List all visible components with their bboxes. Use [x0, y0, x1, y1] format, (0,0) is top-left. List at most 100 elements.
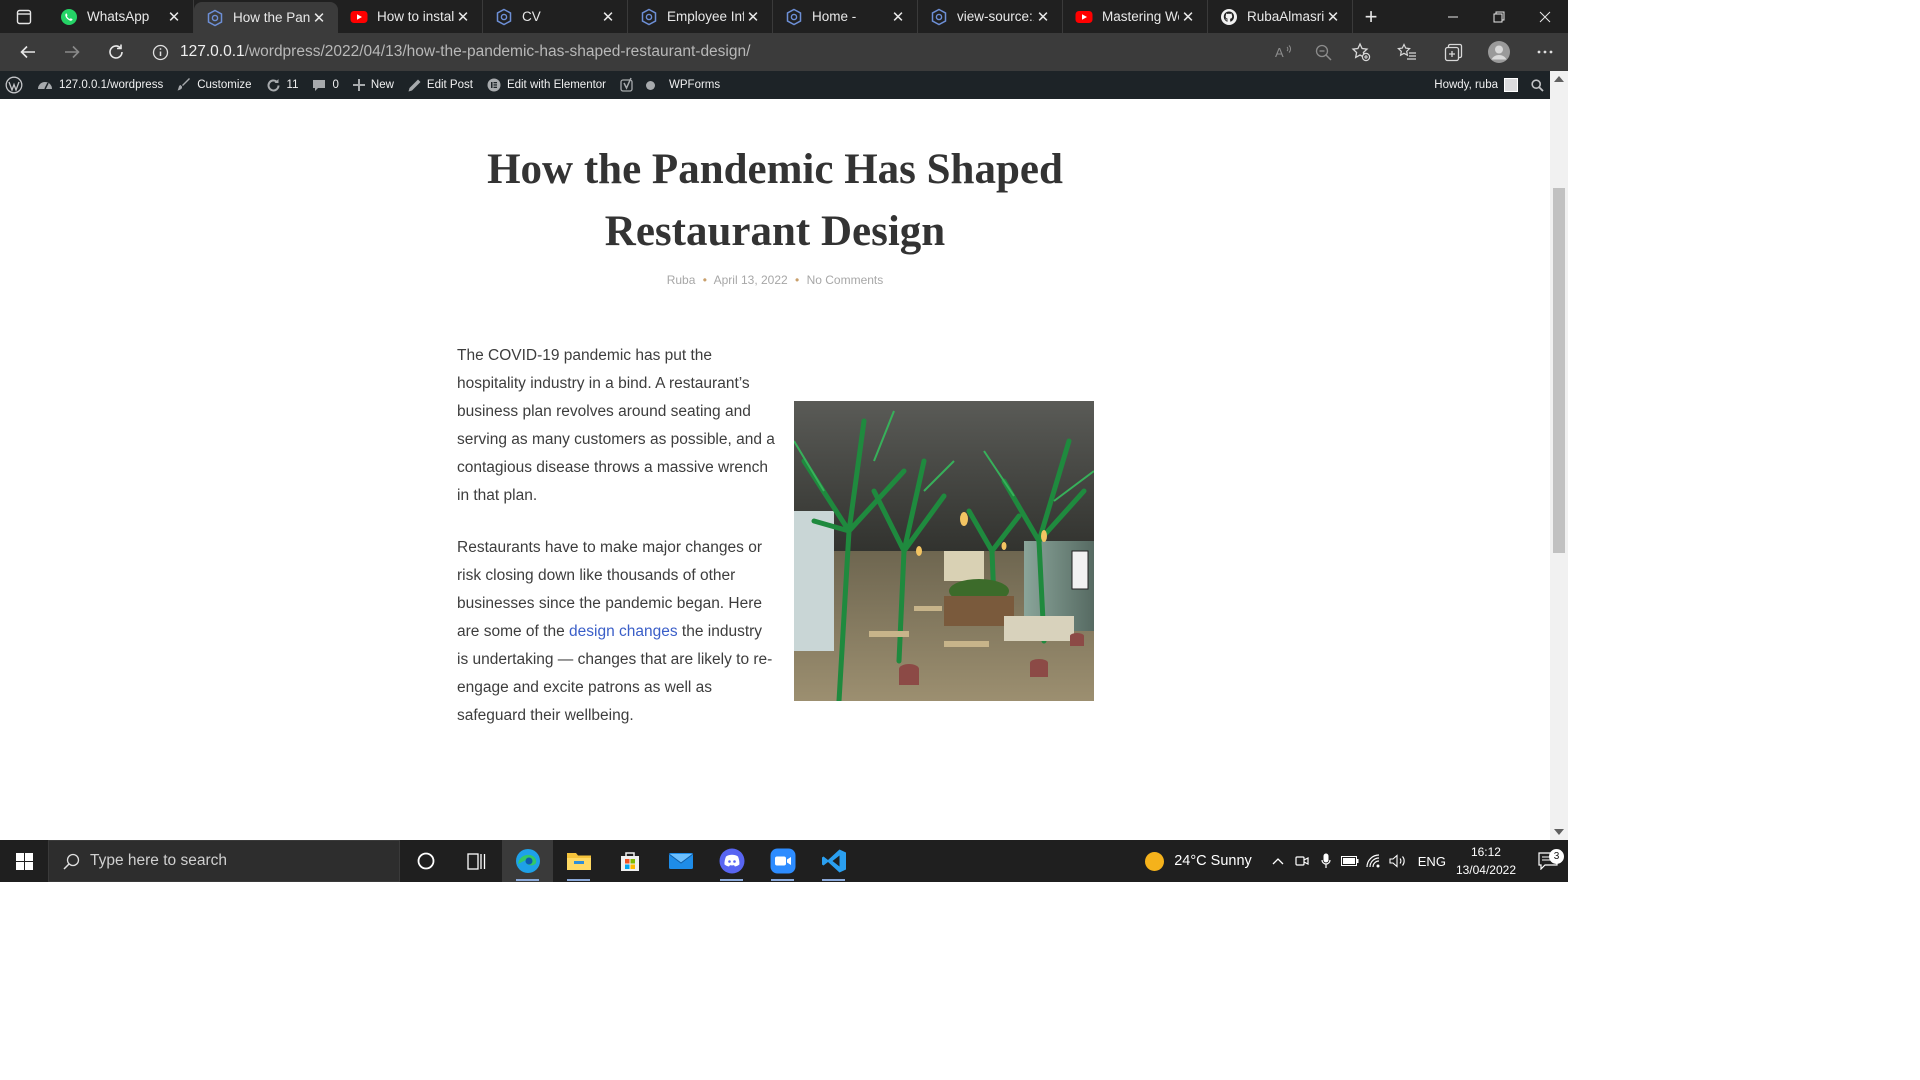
admin-yoast[interactable]: [613, 71, 662, 99]
refresh-button[interactable]: [94, 33, 138, 71]
start-button[interactable]: [0, 840, 48, 882]
taskbar-vscode[interactable]: [808, 840, 859, 882]
youtube-icon: [1075, 8, 1093, 26]
battery-button[interactable]: [1338, 856, 1362, 866]
tab-view-source[interactable]: view-source:1 ✕: [918, 0, 1063, 33]
scrollbar-thumb[interactable]: [1553, 188, 1565, 553]
input-language-button[interactable]: ENG: [1418, 854, 1446, 869]
admin-search[interactable]: [1525, 71, 1550, 99]
design-changes-link[interactable]: design changes: [569, 623, 678, 640]
howdy-label: Howdy, ruba: [1434, 79, 1498, 91]
back-button[interactable]: [6, 33, 50, 71]
page-content: How the Pandemic Has Shaped Restaurant D…: [0, 99, 1550, 840]
new-tab-button[interactable]: +: [1353, 4, 1389, 30]
forward-button[interactable]: [50, 33, 94, 71]
tab-employee-info[interactable]: Employee Info ✕: [628, 0, 773, 33]
admin-updates[interactable]: 11: [259, 71, 306, 99]
post-date-link[interactable]: April 13, 2022: [714, 273, 788, 287]
wordpress-local-icon: [206, 9, 224, 27]
wordpress-local-icon: [640, 8, 658, 26]
browser-tab-strip: WhatsApp ✕ How the Pand ✕ How to install…: [0, 0, 1568, 33]
admin-customize[interactable]: Customize: [170, 71, 258, 99]
discord-icon: [719, 848, 744, 874]
close-tab-icon[interactable]: ✕: [1324, 8, 1342, 26]
admin-updates-count: 11: [286, 79, 299, 91]
tab-how-to-install[interactable]: How to install ✕: [338, 0, 483, 33]
weather-widget[interactable]: 24°C Sunny: [1145, 851, 1252, 871]
taskbar-edge[interactable]: [502, 840, 553, 882]
favorites-button[interactable]: [1384, 33, 1430, 71]
tab-cv[interactable]: CV ✕: [483, 0, 628, 33]
wordpress-local-icon: [785, 8, 803, 26]
notification-center-button[interactable]: 3: [1528, 849, 1568, 870]
post-author-link[interactable]: Ruba: [667, 273, 696, 287]
scroll-up-arrow-icon[interactable]: [1554, 76, 1564, 82]
restaurant-interior-image: [794, 401, 1094, 701]
tab-whatsapp[interactable]: WhatsApp ✕: [48, 0, 194, 33]
post-body: The COVID-19 pandemic has put the hospit…: [457, 342, 777, 754]
meet-now-button[interactable]: [1290, 854, 1314, 868]
taskbar-search-box[interactable]: Type here to search: [48, 840, 400, 882]
settings-more-button[interactable]: [1522, 33, 1568, 71]
address-bar[interactable]: 127.0.0.1/wordpress/2022/04/13/how-the-p…: [146, 36, 1246, 68]
close-tab-icon[interactable]: ✕: [1034, 8, 1052, 26]
page-scrollbar[interactable]: [1550, 71, 1568, 840]
chevron-up-icon: [1272, 858, 1284, 865]
post-comments-link[interactable]: No Comments: [807, 273, 884, 287]
taskbar-clock[interactable]: 16:12 13/04/2022: [1456, 843, 1516, 879]
tab-mastering[interactable]: Mastering Wo ✕: [1063, 0, 1208, 33]
folder-icon: [566, 853, 591, 870]
dashboard-gauge-icon: [37, 78, 53, 92]
close-tab-icon[interactable]: ✕: [310, 9, 328, 27]
admin-wpforms[interactable]: WPForms: [662, 71, 727, 99]
post-meta: Ruba • April 13, 2022 • No Comments: [400, 273, 1150, 287]
collections-icon: [1444, 43, 1462, 61]
taskbar-zoom[interactable]: [757, 840, 808, 882]
task-view-button[interactable]: [451, 840, 502, 882]
tab-github[interactable]: RubaAlmasri/J ✕: [1208, 0, 1353, 33]
taskbar-mail[interactable]: [655, 840, 706, 882]
admin-comments[interactable]: 0: [305, 71, 345, 99]
restore-button[interactable]: [1476, 0, 1522, 33]
add-favorite-button[interactable]: [1338, 33, 1384, 71]
zoom-button[interactable]: [1308, 33, 1338, 71]
volume-button[interactable]: [1386, 854, 1410, 868]
site-info-icon[interactable]: [146, 44, 174, 61]
cortana-button[interactable]: [400, 840, 451, 882]
show-hidden-icons-button[interactable]: [1266, 857, 1290, 865]
tab-how-the-pandemic[interactable]: How the Pand ✕: [194, 2, 338, 33]
profile-button[interactable]: [1476, 33, 1522, 71]
admin-edit-post[interactable]: Edit Post: [401, 71, 480, 99]
microphone-button[interactable]: [1314, 853, 1338, 869]
close-tab-icon[interactable]: ✕: [454, 8, 472, 26]
close-window-button[interactable]: [1522, 0, 1568, 33]
sun-weather-icon: [1145, 851, 1165, 871]
taskbar-discord[interactable]: [706, 840, 757, 882]
collections-button[interactable]: [1430, 33, 1476, 71]
read-aloud-button[interactable]: A: [1262, 33, 1308, 71]
github-icon: [1220, 8, 1238, 26]
tab-title: CV: [522, 9, 541, 24]
language-label: ENG: [1417, 853, 1446, 869]
minimize-button[interactable]: [1430, 0, 1476, 33]
admin-account[interactable]: Howdy, ruba: [1427, 71, 1525, 99]
back-arrow-icon: [20, 45, 35, 59]
admin-site-name[interactable]: 127.0.0.1/wordpress: [30, 71, 170, 99]
close-tab-icon[interactable]: ✕: [165, 8, 183, 26]
close-tab-icon[interactable]: ✕: [889, 8, 907, 26]
scroll-down-arrow-icon[interactable]: [1554, 829, 1564, 835]
close-tab-icon[interactable]: ✕: [599, 8, 617, 26]
wifi-icon: [1366, 854, 1380, 868]
wp-logo-menu[interactable]: [0, 71, 30, 99]
taskbar-store[interactable]: [604, 840, 655, 882]
close-tab-icon[interactable]: ✕: [1179, 8, 1197, 26]
toolbar-actions: A: [1262, 33, 1568, 71]
elementor-icon: [487, 78, 501, 92]
admin-edit-elementor[interactable]: Edit with Elementor: [480, 71, 613, 99]
tab-actions-button[interactable]: [0, 0, 48, 33]
admin-new-content[interactable]: New: [346, 71, 401, 99]
close-tab-icon[interactable]: ✕: [744, 8, 762, 26]
tab-home[interactable]: Home - ✕: [773, 0, 918, 33]
network-button[interactable]: [1362, 854, 1386, 868]
taskbar-file-explorer[interactable]: [553, 840, 604, 882]
